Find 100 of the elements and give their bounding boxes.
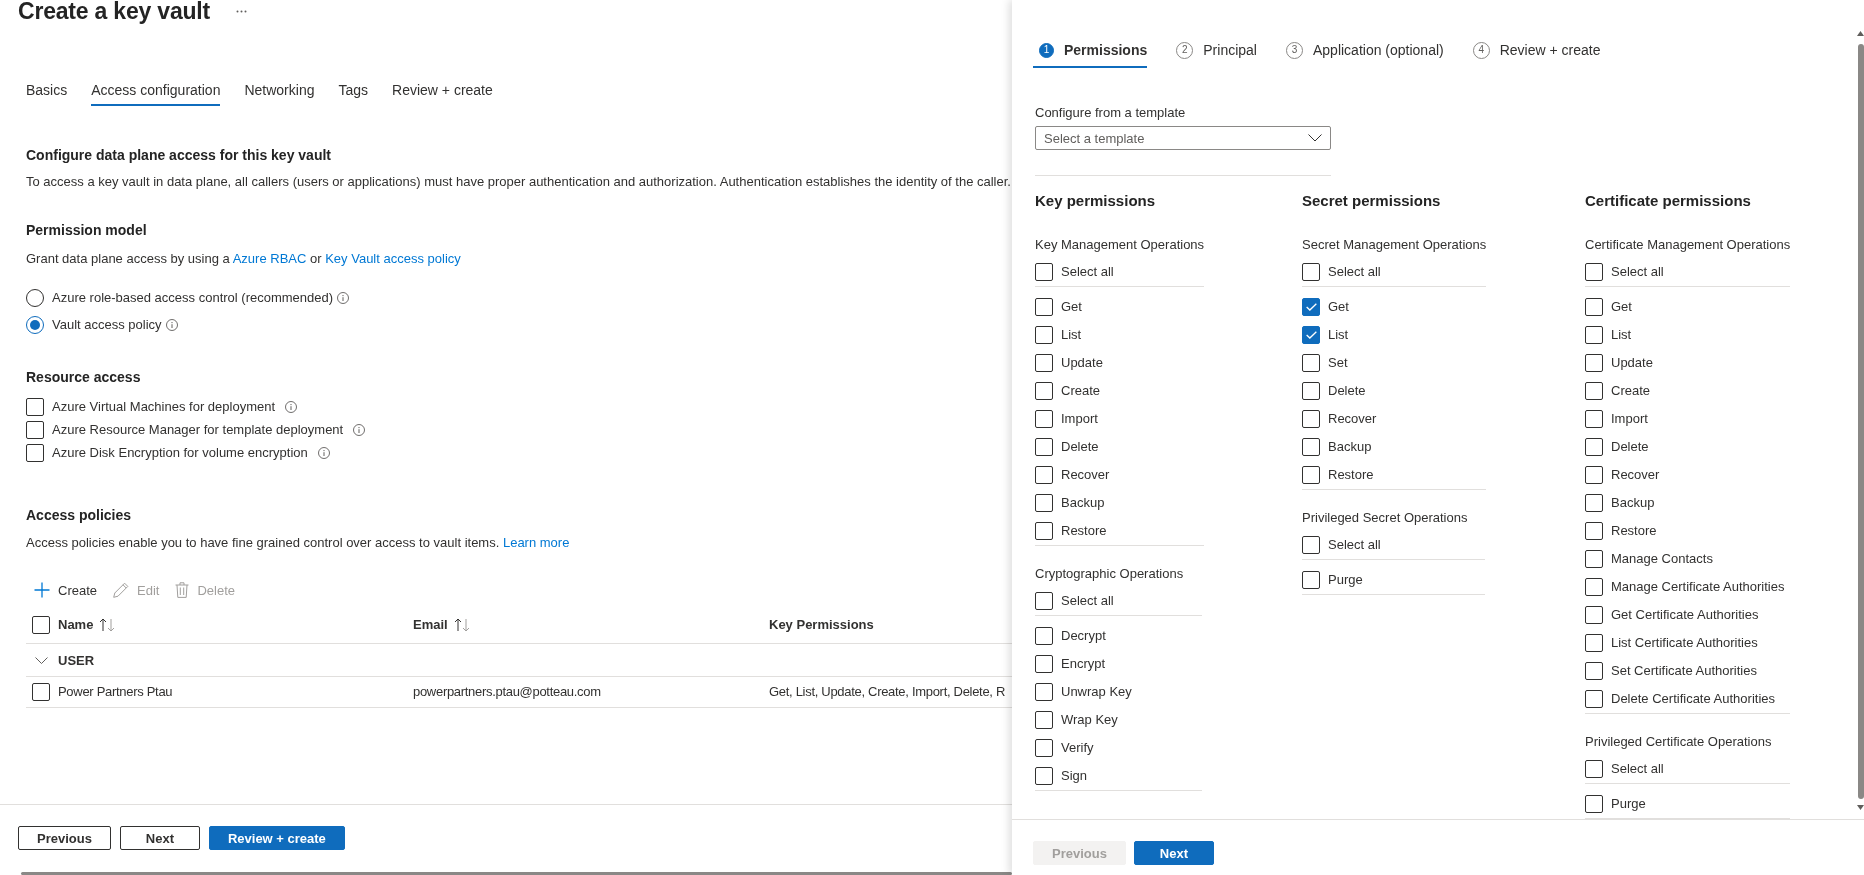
info-icon[interactable] [165,319,178,331]
checkbox[interactable] [1035,739,1053,757]
info-icon[interactable] [317,446,330,459]
checkbox[interactable] [1035,655,1053,673]
checkbox[interactable] [1585,438,1603,456]
checkbox[interactable] [26,397,44,416]
checkbox[interactable] [1035,767,1053,785]
checkbox[interactable] [1035,627,1053,645]
template-dropdown[interactable]: Select a template [1035,126,1331,150]
checkbox-label: Create [1061,382,1101,400]
page-title: Create a key vault [18,0,210,22]
create-button[interactable]: Create [26,574,106,606]
group-title: Secret Management Operations [1302,236,1487,254]
checkbox[interactable] [1302,571,1320,589]
checkbox[interactable] [1035,410,1053,428]
checkbox[interactable] [1585,550,1603,568]
checkbox[interactable] [1585,606,1603,624]
checkbox[interactable] [1585,298,1603,316]
checkbox-label: Get [1328,298,1349,316]
checkbox[interactable] [1035,592,1053,610]
wizard-step[interactable]: 1 Permissions [1033,40,1148,68]
checkbox[interactable] [1585,354,1603,372]
wizard-step[interactable]: 2 Principal [1170,40,1257,68]
checkbox-label: Verify [1061,739,1094,757]
checkbox[interactable] [1585,263,1603,281]
permissions-heading: Key permissions [1035,191,1156,211]
checkbox[interactable] [1585,382,1603,400]
checkbox[interactable] [1585,634,1603,652]
group-toggle[interactable]: USER [26,652,95,668]
primary-button[interactable]: Review + create [208,826,345,850]
scroll-up-icon[interactable] [1857,31,1864,36]
checkbox[interactable] [1035,326,1053,344]
checkbox[interactable] [1585,795,1603,813]
scrollbar-thumb[interactable] [21,872,1012,875]
checkbox[interactable] [1035,298,1053,316]
checkbox[interactable] [1035,711,1053,729]
checkbox[interactable] [1302,354,1320,372]
secondary-button[interactable]: Previous [18,826,111,850]
checkbox[interactable] [1035,382,1053,400]
tab[interactable]: Tags [338,80,369,106]
checkbox[interactable] [1585,578,1603,596]
checkbox[interactable] [1302,382,1320,400]
info-icon[interactable] [353,423,366,436]
radio-button[interactable] [26,289,44,307]
checkbox-label: Restore [1061,522,1107,540]
description-text: Access policies enable you to have fine grained control over access to vault items. Learn more [26,534,570,552]
checkbox[interactable] [32,616,50,634]
checkbox[interactable] [1585,466,1603,484]
info-icon[interactable] [337,292,350,304]
checkbox-label: Get [1611,298,1632,316]
section-heading: Access policies [26,506,133,525]
checkbox[interactable] [1302,263,1320,281]
radio-button[interactable] [26,316,44,334]
checkbox[interactable] [1302,536,1320,554]
column-header[interactable]: Name [58,616,116,634]
checkbox-label: Wrap Key [1061,711,1118,729]
checkbox[interactable] [32,683,50,701]
checkbox[interactable] [1035,263,1053,281]
tab[interactable]: Basics [26,80,68,106]
link[interactable]: Azure RBAC [232,251,307,266]
checkbox[interactable] [1035,683,1053,701]
checkbox-label: Set [1328,354,1348,372]
tab[interactable]: Access configuration [91,80,221,106]
scrollbar-thumb[interactable] [1857,44,1864,799]
checkbox[interactable] [1302,298,1320,316]
wizard-step[interactable]: 4 Review + create [1466,40,1601,68]
checkbox[interactable] [1302,326,1320,344]
checkbox[interactable] [1302,438,1320,456]
scroll-down-icon[interactable] [1857,805,1864,810]
checkbox[interactable] [1302,410,1320,428]
secondary-button[interactable]: Next [119,826,200,850]
checkbox[interactable] [1035,522,1053,540]
checkbox-label: List Certificate Authorities [1611,634,1758,652]
checkbox-label: Select all [1061,592,1114,610]
checkbox[interactable] [1035,466,1053,484]
checkbox[interactable] [26,420,44,439]
tab[interactable]: Review + create [392,80,493,106]
checkbox[interactable] [1585,522,1603,540]
checkbox[interactable] [1302,466,1320,484]
checkbox-label: Set Certificate Authorities [1611,662,1757,680]
checkbox[interactable] [1035,438,1053,456]
link[interactable]: Learn more [502,535,570,550]
info-icon[interactable] [285,400,298,413]
checkbox-label: List [1611,326,1632,344]
wizard-step[interactable]: 3 Application (optional) [1279,40,1444,68]
checkbox[interactable] [1585,760,1603,778]
primary-button[interactable]: Next [1133,841,1214,865]
checkbox[interactable] [1585,662,1603,680]
column-header[interactable]: Email [413,616,470,634]
checkbox[interactable] [1585,690,1603,708]
link[interactable]: Key Vault access policy [325,251,461,266]
checkbox-label: Manage Certificate Authorities [1611,578,1785,596]
checkbox[interactable] [26,443,44,462]
checkbox[interactable] [1585,326,1603,344]
checkbox[interactable] [1035,494,1053,512]
tab[interactable]: Networking [244,80,315,106]
more-icon[interactable] [236,9,247,13]
checkbox[interactable] [1035,354,1053,372]
checkbox[interactable] [1585,410,1603,428]
checkbox[interactable] [1585,494,1603,512]
